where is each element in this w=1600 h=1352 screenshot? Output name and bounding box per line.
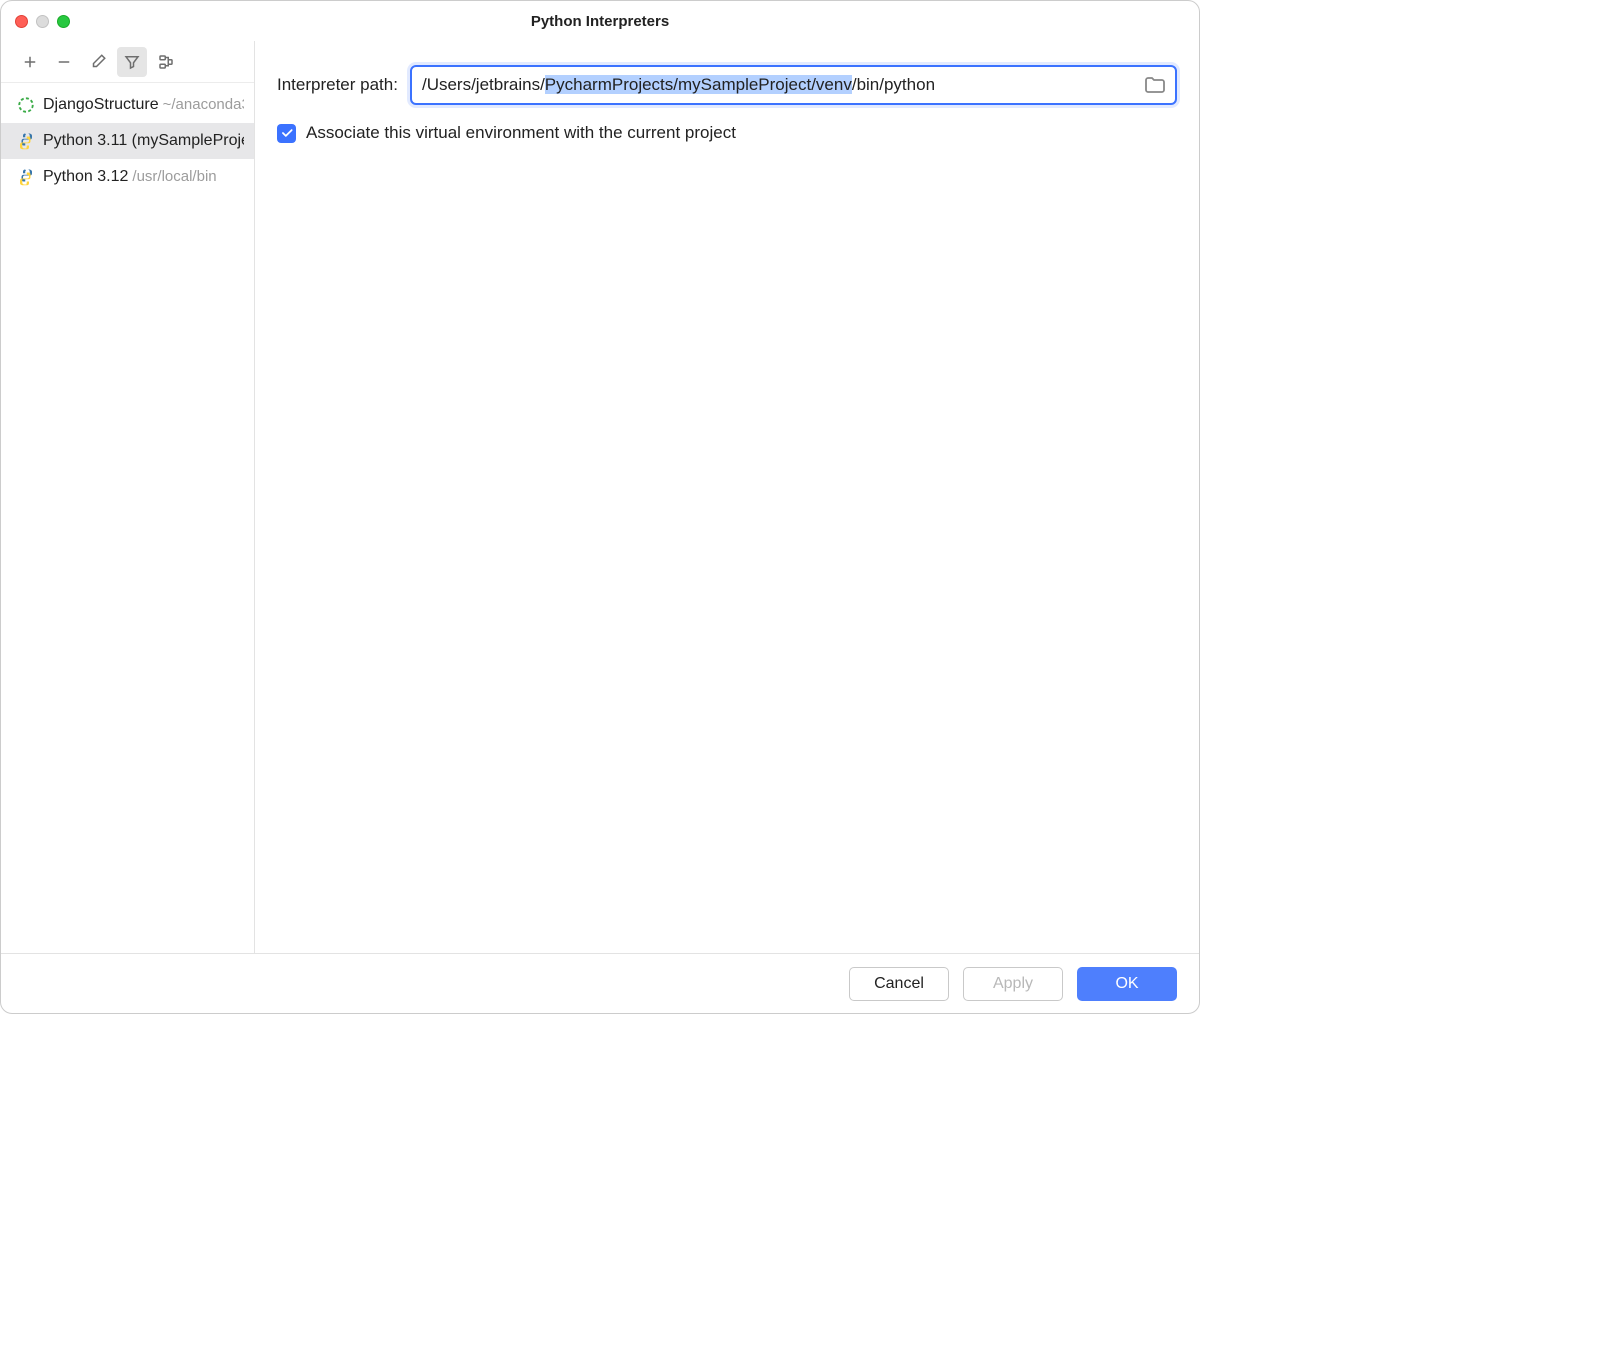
- interpreter-item-label: Python 3.11 (mySampleProject): [43, 132, 244, 150]
- apply-button[interactable]: Apply: [963, 967, 1063, 1001]
- add-interpreter-button[interactable]: [15, 47, 45, 77]
- sidebar-toolbar: [1, 41, 254, 83]
- interpreter-list: DjangoStructure~/anaconda3 Python 3.11 (…: [1, 83, 254, 195]
- interpreter-path-input[interactable]: /Users/jetbrains/PycharmProjects/mySampl…: [410, 65, 1177, 105]
- interpreter-sidebar: DjangoStructure~/anaconda3 Python 3.11 (…: [1, 41, 255, 953]
- dialog-footer: Cancel Apply OK: [1, 953, 1199, 1013]
- window-maximize-button[interactable]: [57, 15, 70, 28]
- interpreter-item-django[interactable]: DjangoStructure~/anaconda3: [1, 87, 254, 123]
- interpreter-path-value: /Users/jetbrains/PycharmProjects/mySampl…: [422, 75, 935, 95]
- titlebar: Python Interpreters: [1, 1, 1199, 41]
- associate-checkbox[interactable]: [277, 124, 296, 143]
- interpreter-path-label: Interpreter path:: [277, 75, 398, 95]
- associate-checkbox-label: Associate this virtual environment with …: [306, 123, 736, 143]
- interpreter-item-python312[interactable]: Python 3.12/usr/local/bin: [1, 159, 254, 195]
- ok-button[interactable]: OK: [1077, 967, 1177, 1001]
- python-icon: [17, 132, 35, 150]
- cancel-button[interactable]: Cancel: [849, 967, 949, 1001]
- filter-button[interactable]: [117, 47, 147, 77]
- remove-interpreter-button[interactable]: [49, 47, 79, 77]
- interpreter-item-label: DjangoStructure~/anaconda3: [43, 96, 244, 114]
- browse-button[interactable]: [1143, 73, 1167, 97]
- python-icon: [17, 168, 35, 186]
- conda-icon: [17, 96, 35, 114]
- window-title: Python Interpreters: [1, 13, 1199, 30]
- main-panel: Interpreter path: /Users/jetbrains/Pycha…: [255, 41, 1199, 953]
- window-close-button[interactable]: [15, 15, 28, 28]
- interpreter-item-python311[interactable]: Python 3.11 (mySampleProject): [1, 123, 254, 159]
- interpreter-item-label: Python 3.12/usr/local/bin: [43, 168, 217, 186]
- window-minimize-button[interactable]: [36, 15, 49, 28]
- traffic-lights: [15, 15, 70, 28]
- show-paths-button[interactable]: [151, 47, 181, 77]
- edit-interpreter-button[interactable]: [83, 47, 113, 77]
